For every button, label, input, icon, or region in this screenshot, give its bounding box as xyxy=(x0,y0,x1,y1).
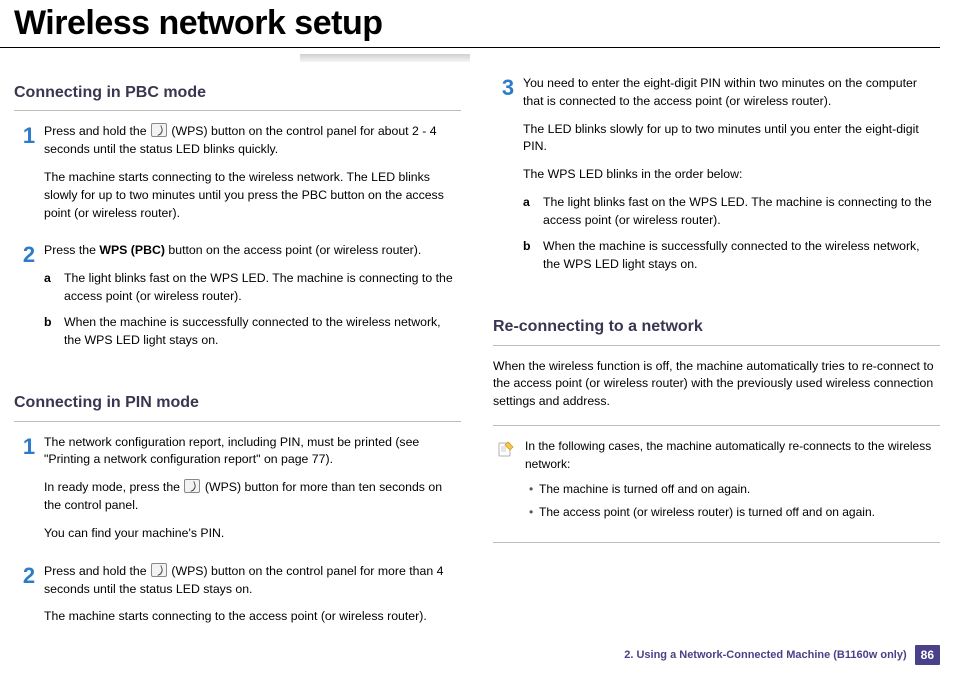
reconnect-intro: When the wireless function is off, the m… xyxy=(493,358,940,411)
sub-letter: a xyxy=(523,194,543,230)
step-body: The network configuration report, includ… xyxy=(44,434,461,553)
note-line: In the following cases, the machine auto… xyxy=(525,438,936,473)
left-column: Connecting in PBC mode 1 Press and hold … xyxy=(14,75,461,646)
text: The machine starts connecting to the wir… xyxy=(44,169,461,222)
text: The LED blinks slowly for up to two minu… xyxy=(523,121,940,157)
step-body: Press and hold the (WPS) button on the c… xyxy=(44,563,461,636)
note-bullet: The access point (or wireless router) is… xyxy=(525,504,936,521)
tab-shadow xyxy=(0,54,954,63)
right-column: 3 You need to enter the eight-digit PIN … xyxy=(493,75,940,646)
text: You can find your machine's PIN. xyxy=(44,525,461,543)
sub-b: b When the machine is successfully conne… xyxy=(523,238,940,274)
text: Press and hold the xyxy=(44,124,150,138)
pin-step-1: 1 The network configuration report, incl… xyxy=(14,434,461,553)
pbc-step-1: 1 Press and hold the (WPS) button on the… xyxy=(14,123,461,232)
footer: 2. Using a Network-Connected Machine (B1… xyxy=(624,645,940,665)
text: Press the xyxy=(44,243,99,257)
sub-letter: b xyxy=(523,238,543,274)
note-body: In the following cases, the machine auto… xyxy=(525,438,936,528)
text: Press and hold the xyxy=(44,564,150,578)
step-body: Press and hold the (WPS) button on the c… xyxy=(44,123,461,232)
content-columns: Connecting in PBC mode 1 Press and hold … xyxy=(0,75,954,646)
sub-text: When the machine is successfully connect… xyxy=(543,238,940,274)
sub-a: a The light blinks fast on the WPS LED. … xyxy=(523,194,940,230)
rule xyxy=(14,421,461,422)
sub-a: a The light blinks fast on the WPS LED. … xyxy=(44,270,461,306)
sub-letter: b xyxy=(44,314,64,350)
step-number: 1 xyxy=(14,434,44,553)
wps-icon xyxy=(151,123,167,137)
step-body: Press the WPS (PBC) button on the access… xyxy=(44,242,461,357)
pbc-step-2: 2 Press the WPS (PBC) button on the acce… xyxy=(14,242,461,357)
page-title: Wireless network setup xyxy=(0,0,940,48)
sub-letter: a xyxy=(44,270,64,306)
wps-icon xyxy=(151,563,167,577)
sub-b: b When the machine is successfully conne… xyxy=(44,314,461,350)
heading-pbc: Connecting in PBC mode xyxy=(14,81,461,104)
step-number: 3 xyxy=(493,75,523,281)
text: button on the access point (or wireless … xyxy=(168,243,421,257)
step-number: 2 xyxy=(14,242,44,357)
footer-text: 2. Using a Network-Connected Machine (B1… xyxy=(624,649,906,661)
note-bullet: The machine is turned off and on again. xyxy=(525,481,936,498)
step-number: 1 xyxy=(14,123,44,232)
note-icon xyxy=(497,438,525,528)
text: In ready mode, press the xyxy=(44,480,183,494)
heading-pin: Connecting in PIN mode xyxy=(14,391,461,414)
step-body: You need to enter the eight-digit PIN wi… xyxy=(523,75,940,281)
text-bold: WPS (PBC) xyxy=(99,243,165,257)
heading-reconnect: Re-connecting to a network xyxy=(493,315,940,338)
rule xyxy=(14,110,461,111)
rule xyxy=(493,345,940,346)
pin-step-3: 3 You need to enter the eight-digit PIN … xyxy=(493,75,940,281)
sub-text: The light blinks fast on the WPS LED. Th… xyxy=(543,194,940,230)
wps-icon xyxy=(184,479,200,493)
note-box: In the following cases, the machine auto… xyxy=(493,425,940,543)
text: The network configuration report, includ… xyxy=(44,434,461,470)
step-number: 2 xyxy=(14,563,44,636)
sub-text: The light blinks fast on the WPS LED. Th… xyxy=(64,270,461,306)
sub-text: When the machine is successfully connect… xyxy=(64,314,461,350)
pin-step-2: 2 Press and hold the (WPS) button on the… xyxy=(14,563,461,636)
page-number: 86 xyxy=(915,645,940,665)
text: You need to enter the eight-digit PIN wi… xyxy=(523,75,940,111)
text: The machine starts connecting to the acc… xyxy=(44,608,461,626)
text: The WPS LED blinks in the order below: xyxy=(523,166,940,184)
